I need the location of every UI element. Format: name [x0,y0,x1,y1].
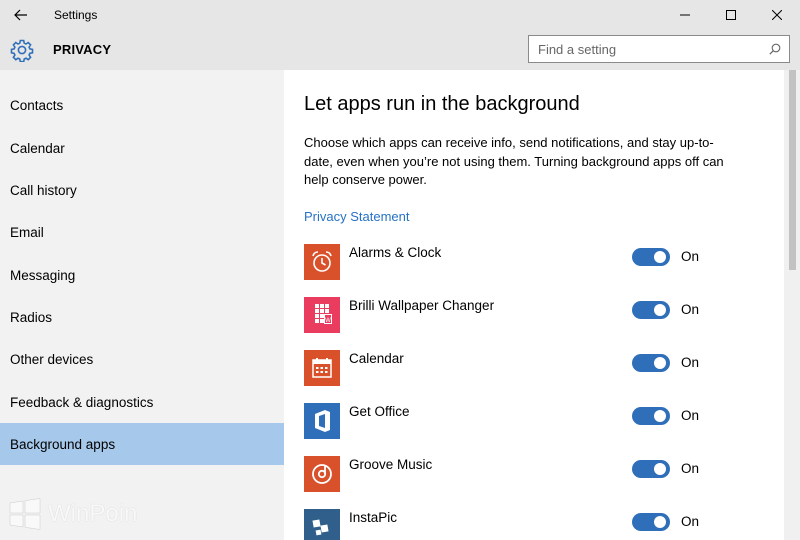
sidebar-item-calendar[interactable]: Calendar [0,127,284,169]
toggle-state-label: On [681,514,700,529]
sidebar-item-email[interactable]: Email [0,211,284,253]
toggle-knob [654,304,666,316]
background-toggle[interactable] [632,513,670,531]
svg-text:W: W [325,318,331,324]
toggle-knob [654,463,666,475]
sidebar-item-contacts[interactable]: Contacts [0,84,284,126]
app-row-get-office: Get Office On [304,403,764,439]
sidebar-item-other-devices[interactable]: Other devices [0,338,284,380]
app-row-alarms-clock: Alarms & Clock On [304,244,764,280]
toggle-state-label: On [681,249,700,264]
search-input[interactable] [529,41,759,57]
app-name: Groove Music [349,457,433,472]
background-toggle[interactable] [632,460,670,478]
toggle-state-label: On [681,302,700,317]
search-icon[interactable] [769,43,781,55]
background-toggle[interactable] [632,301,670,319]
app-row-brilli-wallpaper-changer: W Brilli Wallpaper Changer On [304,297,764,333]
privacy-statement-link[interactable]: Privacy Statement [304,209,410,224]
app-row-instapic: InstaPic On [304,509,764,540]
sidebar: Contacts Calendar Call history Email Mes… [0,70,284,540]
section-heading: Let apps run in the background [304,93,580,115]
watermark-text: WinPoin [48,500,138,527]
toggle-state-label: On [681,461,700,476]
app-name: Calendar [349,351,404,366]
background-toggle[interactable] [632,248,670,266]
sidebar-item-feedback-diagnostics[interactable]: Feedback & diagnostics [0,381,284,423]
scrollbar-thumb[interactable] [789,70,796,270]
windows-logo-icon [9,498,41,530]
wallpaper-icon: W [304,297,340,333]
back-arrow-icon[interactable] [0,0,42,30]
maximize-icon[interactable] [708,0,754,30]
title-bar: Settings [0,0,800,30]
app-name: InstaPic [349,510,398,525]
toggle-knob [654,251,666,263]
sidebar-item-background-apps[interactable]: Background apps [0,423,284,465]
instapic-icon [304,509,340,540]
close-icon[interactable] [754,0,800,30]
office-icon [304,403,340,439]
calendar-icon [304,350,340,386]
window-controls [662,0,800,30]
alarm-clock-icon [304,244,340,280]
background-toggle[interactable] [632,354,670,372]
sidebar-item-label: Contacts [10,97,64,113]
background-toggle[interactable] [632,407,670,425]
main-content: Let apps run in the background Choose wh… [284,70,784,540]
main-scrollbar[interactable] [784,70,800,540]
sidebar-item-label: Email [10,224,44,240]
sidebar-item-label: Radios [10,309,53,325]
search-box[interactable] [528,35,790,63]
sidebar-item-label: Other devices [10,351,94,367]
gear-icon [10,39,34,62]
page-title: PRIVACY [53,42,112,57]
app-name: Alarms & Clock [349,245,442,260]
sidebar-item-label: Feedback & diagnostics [10,394,154,410]
sidebar-item-messaging[interactable]: Messaging [0,254,284,296]
watermark: WinPoin [8,496,137,532]
sidebar-item-label: Messaging [10,267,76,283]
sidebar-item-call-history[interactable]: Call history [0,169,284,211]
toggle-knob [654,516,666,528]
window-title: Settings [54,8,98,22]
sidebar-item-label: Calendar [10,140,65,156]
toggle-state-label: On [681,408,700,423]
app-name: Get Office [349,404,410,419]
app-row-calendar: Calendar On [304,350,764,386]
section-description: Choose which apps can receive info, send… [304,135,724,187]
toggle-state-label: On [681,355,700,370]
app-row-groove-music: Groove Music On [304,456,764,492]
settings-header: PRIVACY [0,30,800,70]
sidebar-item-radios[interactable]: Radios [0,296,284,338]
toggle-knob [654,357,666,369]
toggle-knob [654,410,666,422]
groove-music-icon [304,456,340,492]
sidebar-item-label: Background apps [10,436,116,452]
sidebar-item-label: Call history [10,182,77,198]
app-name: Brilli Wallpaper Changer [349,298,495,313]
minimize-icon[interactable] [662,0,708,30]
